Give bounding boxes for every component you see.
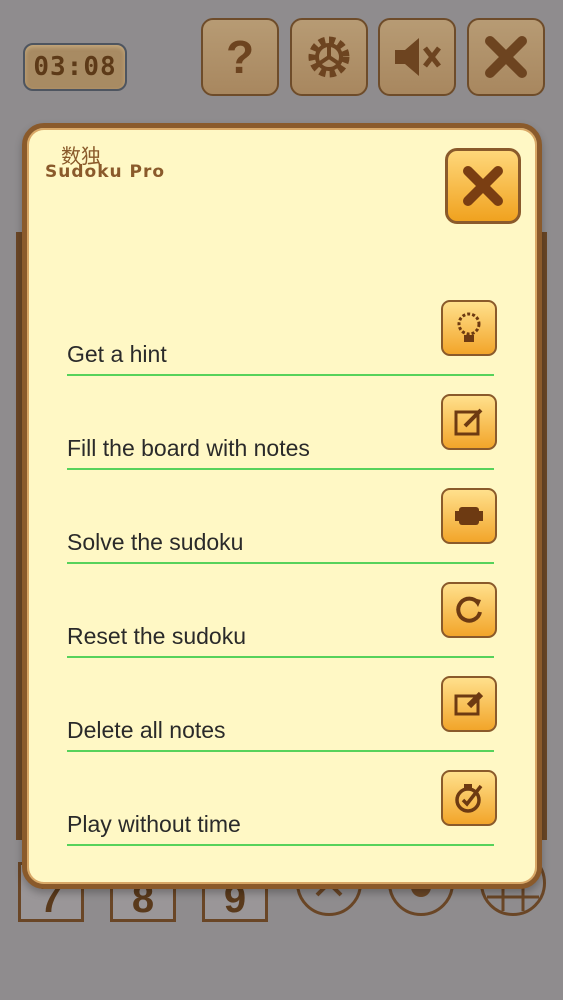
eraser-icon <box>454 691 484 716</box>
menu-item-reset[interactable]: Reset the sudoku <box>67 582 497 658</box>
delete-notes-button[interactable] <box>441 676 497 732</box>
menu-item-delete-notes[interactable]: Delete all notes <box>67 676 497 752</box>
speaker-muted-icon <box>395 38 441 76</box>
reset-button[interactable] <box>441 582 497 638</box>
logo-title: Sudoku Pro <box>45 162 166 182</box>
fill-notes-button[interactable] <box>441 394 497 450</box>
menu-item-fill-notes[interactable]: Fill the board with notes <box>67 394 497 470</box>
menu-item-get-hint[interactable]: Get a hint <box>67 300 497 376</box>
play-without-time-button[interactable] <box>441 770 497 826</box>
menu-item-label: Reset the sudoku <box>67 623 247 649</box>
separator-line <box>67 562 494 564</box>
settings-button[interactable] <box>290 18 368 96</box>
separator-line <box>67 468 494 470</box>
menu-item-label: Solve the sudoku <box>67 529 244 555</box>
timer-display: 03:08 <box>23 43 127 91</box>
menu-item-solve[interactable]: Solve the sudoku <box>67 488 497 564</box>
separator-line <box>67 844 494 846</box>
solve-button[interactable] <box>441 488 497 544</box>
exit-button[interactable] <box>467 18 545 96</box>
stopwatch-icon <box>455 784 483 813</box>
reset-icon <box>456 596 482 623</box>
help-button[interactable]: ? <box>201 18 279 96</box>
dialog-close-button[interactable] <box>445 148 521 224</box>
sound-button[interactable] <box>378 18 456 96</box>
menu-item-label: Fill the board with notes <box>67 435 310 461</box>
close-icon <box>463 166 503 206</box>
help-menu-dialog: 数独 Sudoku Pro Get a hint Fill the board … <box>22 123 542 889</box>
close-icon <box>485 36 527 78</box>
gear-icon <box>308 36 350 78</box>
help-label: ? <box>225 31 255 83</box>
separator-line <box>67 656 494 658</box>
menu-item-label: Delete all notes <box>67 717 226 743</box>
lightbulb-icon <box>457 312 481 342</box>
solve-icon <box>455 507 483 525</box>
separator-line <box>67 374 494 376</box>
menu-item-label: Get a hint <box>67 341 167 367</box>
separator-line <box>67 750 494 752</box>
pencil-note-icon <box>454 408 483 436</box>
menu-item-play-without-time[interactable]: Play without time <box>67 770 497 846</box>
get-hint-button[interactable] <box>441 300 497 356</box>
menu-item-label: Play without time <box>67 811 241 837</box>
